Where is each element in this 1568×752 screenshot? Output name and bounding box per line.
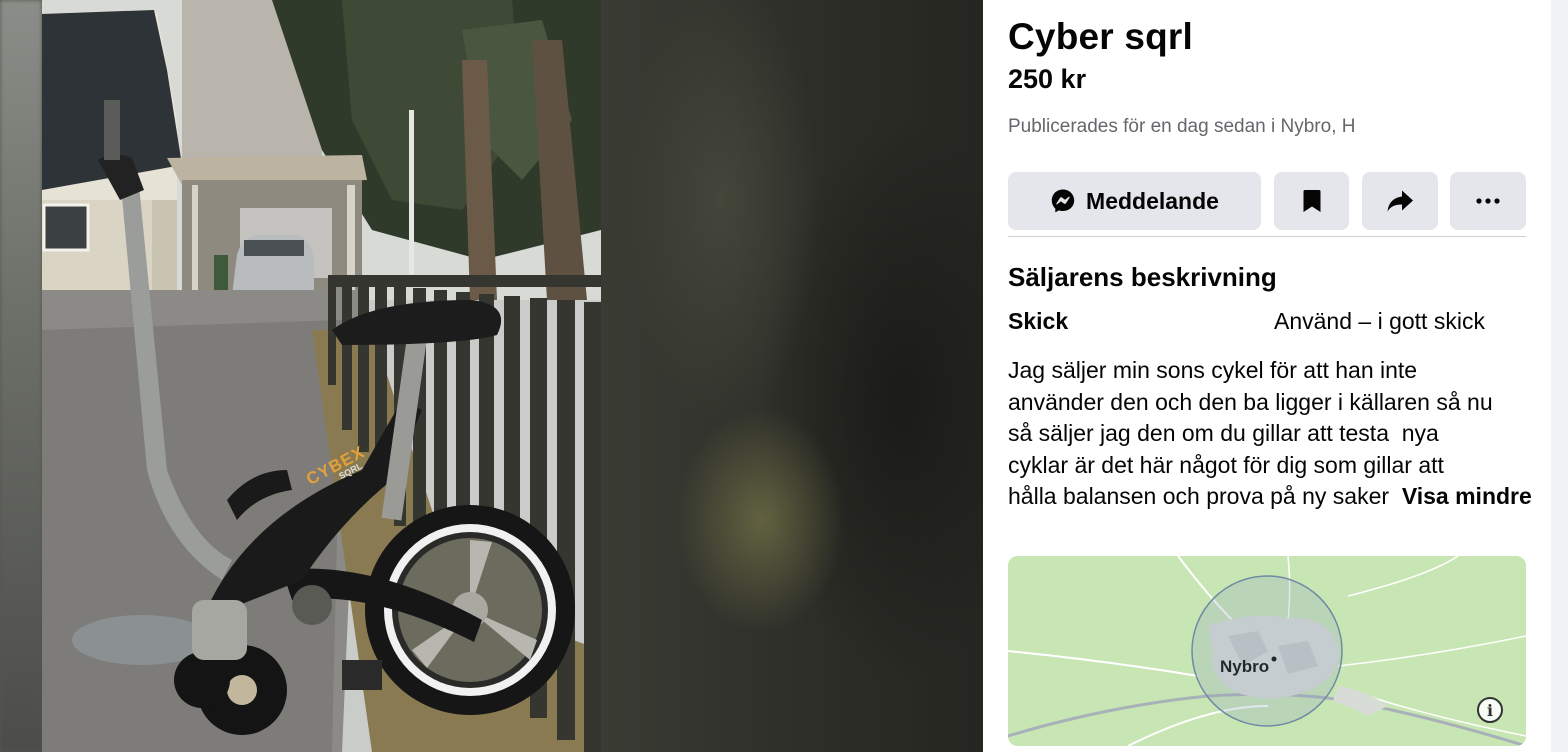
map-place-label: Nybro [1220,657,1270,676]
share-button[interactable] [1362,172,1438,230]
save-button[interactable] [1274,172,1349,230]
description-text: Jag säljer min sons cykel för att han in… [1008,355,1533,513]
listing-title: Cyber sqrl [1008,16,1194,57]
condition-value: Använd – i gott skick [1274,308,1485,334]
section-divider [1008,236,1526,237]
description-line: så säljer jag den om du gillar att testa… [1008,420,1439,447]
blurred-backdrop-left [0,0,42,752]
location-map[interactable]: Nybro i [1008,556,1526,746]
condition-label: Skick [1008,308,1069,334]
listing-price: 250 kr [1008,64,1087,94]
description-line: Jag säljer min sons cykel för att han in… [1008,357,1418,383]
action-bar: Meddelande [1008,172,1526,230]
seller-description-heading: Säljarens beskrivning [1008,262,1277,292]
description-line-text: hålla balansen och prova på ny saker [1008,483,1402,510]
blurred-backdrop-right [601,0,983,752]
listing-details-panel: Cyber sqrl 250 kr Publicerades för en da… [983,0,1568,752]
description-line: hålla balansen och prova på ny saker Vis… [1008,481,1533,513]
listing-posted-info: Publicerades för en dag sedan i Nybro, H [1008,116,1356,137]
map-graphic [1008,556,1526,746]
photo-viewer[interactable]: CYBEX SQRL [0,0,983,752]
bookmark-icon [1303,190,1320,212]
panel-scrollbar[interactable] [1551,0,1568,752]
share-arrow-icon [1387,190,1413,212]
message-button-label: Meddelande [1086,187,1219,214]
message-button[interactable]: Meddelande [1008,172,1261,230]
description-line: cyklar är det här något för dig som gill… [1008,451,1444,478]
show-less-link[interactable]: Visa mindre [1402,483,1532,509]
info-icon[interactable]: i [1477,697,1503,723]
bike-photo-illustration [42,0,601,752]
listing-photo[interactable]: CYBEX SQRL [42,0,601,752]
description-line: använder den och den ba ligger i källare… [1008,388,1493,415]
more-options-button[interactable] [1450,172,1526,230]
more-dots-icon [1476,198,1500,204]
messenger-icon [1051,189,1075,213]
